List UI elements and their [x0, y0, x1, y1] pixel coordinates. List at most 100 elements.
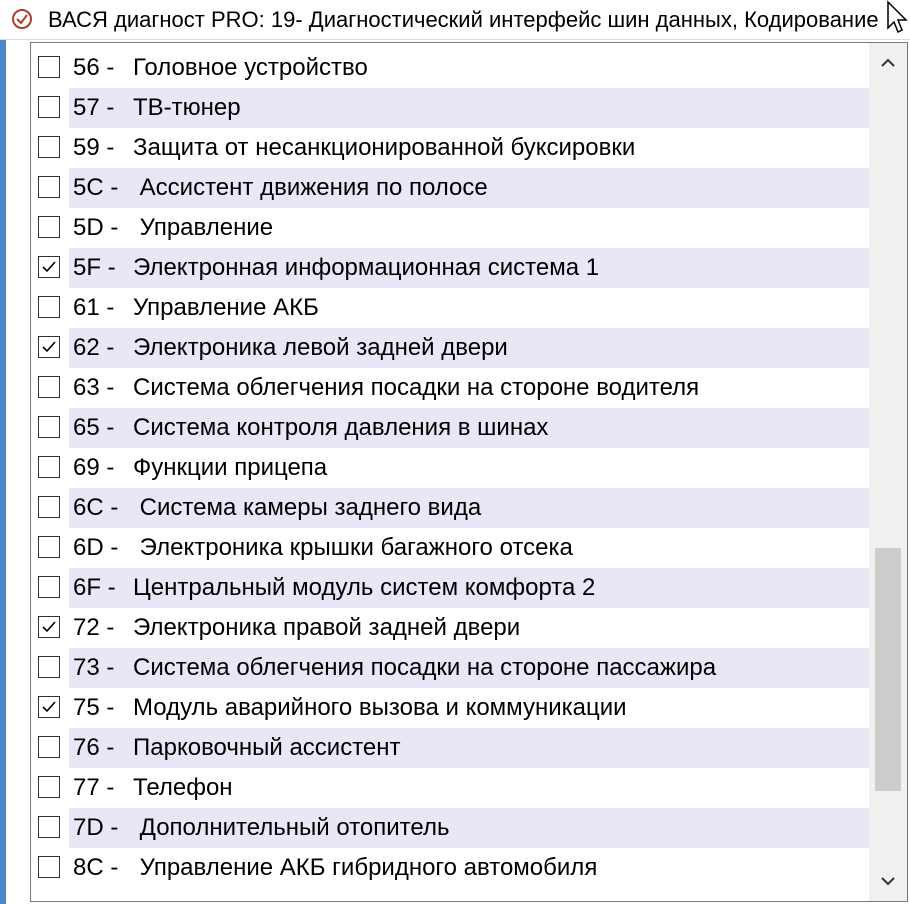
list-item[interactable]: 5F - Электронная информационная система 1	[31, 248, 869, 288]
item-code: 63 -	[73, 374, 115, 401]
list-item[interactable]: 6C - Система камеры заднего вида	[31, 488, 869, 528]
list-item[interactable]: 8C - Управление АКБ гибридного автомобил…	[31, 848, 869, 888]
list-item[interactable]: 5C - Ассистент движения по полосе	[31, 168, 869, 208]
vertical-scrollbar[interactable]	[869, 43, 907, 901]
chevron-down-icon	[881, 877, 895, 886]
item-code: 5F -	[73, 254, 116, 281]
item-checkbox[interactable]	[38, 96, 60, 118]
list-rows: 56 - Головное устройство 57 - ТВ-тюнер 59 - З…	[31, 48, 869, 888]
item-checkbox[interactable]	[38, 696, 60, 718]
item-name: Электроника левой задней двери	[133, 334, 508, 361]
item-checkbox[interactable]	[38, 576, 60, 598]
item-code: 62 -	[73, 334, 115, 361]
item-code: 65 -	[73, 414, 115, 441]
list-item[interactable]: 76 - Парковочный ассистент	[31, 728, 869, 768]
item-checkbox[interactable]	[38, 296, 60, 318]
item-name: Дополнительный отопитель	[133, 814, 450, 841]
window-title: ВАСЯ диагност PRO: 19- Диагностический и…	[48, 7, 879, 32]
item-code: 61 -	[73, 294, 115, 321]
item-name: Электроника крышки багажного отсека	[133, 534, 573, 561]
list-item[interactable]: 56 - Головное устройство	[31, 48, 869, 88]
item-checkbox[interactable]	[38, 616, 60, 638]
checkmark-icon	[42, 701, 56, 713]
item-name: Система облегчения посадки на стороне па…	[133, 654, 717, 681]
item-checkbox[interactable]	[38, 136, 60, 158]
list-item[interactable]: 77 - Телефон	[31, 768, 869, 808]
item-name: Управление АКБ гибридного автомобиля	[133, 854, 598, 881]
mouse-cursor-icon	[887, 0, 908, 34]
list-item[interactable]: 7D - Дополнительный отопитель	[31, 808, 869, 848]
checkmark-icon	[42, 341, 56, 353]
item-name: Телефон	[133, 774, 233, 801]
item-code: 69 -	[73, 454, 115, 481]
item-name: ТВ-тюнер	[133, 94, 241, 121]
item-name: Функции прицепа	[133, 454, 328, 481]
title-bar: ВАСЯ диагност PRO: 19- Диагностический и…	[0, 0, 910, 40]
scroll-thumb[interactable]	[875, 548, 901, 791]
item-checkbox[interactable]	[38, 56, 60, 78]
item-checkbox[interactable]	[38, 736, 60, 758]
list-item[interactable]: 72 - Электроника правой задней двери	[31, 608, 869, 648]
item-code: 76 -	[73, 734, 115, 761]
checkmark-icon	[42, 621, 56, 633]
item-code: 8C -	[73, 854, 119, 881]
item-name: Ассистент движения по полосе	[133, 174, 488, 201]
list-item[interactable]: 6D - Электроника крышки багажного отсека	[31, 528, 869, 568]
item-code: 59 -	[73, 134, 115, 161]
item-checkbox[interactable]	[38, 216, 60, 238]
item-code: 72 -	[73, 614, 115, 641]
item-name: Электронная информационная система 1	[133, 254, 600, 281]
item-checkbox[interactable]	[38, 496, 60, 518]
item-checkbox[interactable]	[38, 336, 60, 358]
control-unit-list[interactable]: 56 - Головное устройство 57 - ТВ-тюнер 59 - З…	[30, 42, 908, 902]
item-checkbox[interactable]	[38, 656, 60, 678]
left-panel-edge	[0, 40, 30, 904]
list-item[interactable]: 73 - Система облегчения посадки на сторон…	[31, 648, 869, 688]
accent-stripe	[0, 40, 6, 904]
scroll-up-button[interactable]	[869, 43, 907, 83]
item-name: Центральный модуль систем комфорта 2	[133, 574, 596, 601]
item-checkbox[interactable]	[38, 416, 60, 438]
list-item[interactable]: 61 - Управление АКБ	[31, 288, 869, 328]
item-code: 5D -	[73, 214, 119, 241]
item-code: 75 -	[73, 694, 115, 721]
item-code: 6F -	[73, 574, 116, 601]
item-code: 77 -	[73, 774, 115, 801]
item-code: 57 -	[73, 94, 115, 121]
item-code: 73 -	[73, 654, 115, 681]
list-item[interactable]: 62 - Электроника левой задней двери	[31, 328, 869, 368]
item-checkbox[interactable]	[38, 176, 60, 198]
list-item[interactable]: 57 - ТВ-тюнер	[31, 88, 869, 128]
list-item[interactable]: 59 - Защита от несанкционированной буксир…	[31, 128, 869, 168]
item-code: 5C -	[73, 174, 119, 201]
item-checkbox[interactable]	[38, 456, 60, 478]
item-checkbox[interactable]	[38, 856, 60, 878]
chevron-up-icon	[881, 58, 895, 67]
item-code: 6C -	[73, 494, 119, 521]
item-checkbox[interactable]	[38, 376, 60, 398]
checkmark-icon	[42, 261, 56, 273]
item-code: 56 -	[73, 54, 115, 81]
item-name: Система камеры заднего вида	[133, 494, 482, 521]
scroll-down-button[interactable]	[869, 861, 907, 901]
item-checkbox[interactable]	[38, 776, 60, 798]
item-checkbox[interactable]	[38, 816, 60, 838]
list-item[interactable]: 65 - Система контроля давления в шинах	[31, 408, 869, 448]
list-item[interactable]: 6F - Центральный модуль систем комфорта 2	[31, 568, 869, 608]
item-code: 7D -	[73, 814, 119, 841]
list-item[interactable]: 5D - Управление	[31, 208, 869, 248]
item-name: Парковочный ассистент	[133, 734, 401, 761]
item-name: Управление АКБ	[133, 294, 319, 321]
item-checkbox[interactable]	[38, 536, 60, 558]
item-name: Модуль аварийного вызова и коммуникации	[133, 694, 627, 721]
item-checkbox[interactable]	[38, 256, 60, 278]
item-code: 6D -	[73, 534, 119, 561]
item-name: Управление	[133, 214, 274, 241]
item-name: Система облегчения посадки на стороне во…	[133, 374, 700, 401]
list-item[interactable]: 63 - Система облегчения посадки на сторон…	[31, 368, 869, 408]
list-item[interactable]: 69 - Функции прицепа	[31, 448, 869, 488]
item-name: Система контроля давления в шинах	[133, 414, 549, 441]
item-name: Головное устройство	[133, 54, 368, 81]
app-logo-icon[interactable]	[11, 8, 33, 30]
list-item[interactable]: 75 - Модуль аварийного вызова и коммуника…	[31, 688, 869, 728]
